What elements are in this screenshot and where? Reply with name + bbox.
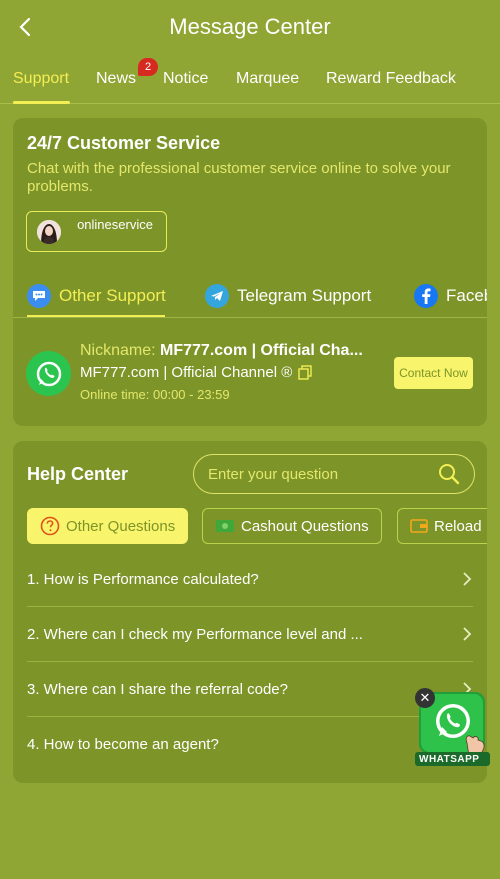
question-text: 4. How to become an agent? — [27, 736, 219, 753]
search-icon[interactable] — [438, 463, 460, 485]
customer-service-card: 24/7 Customer Service Chat with the prof… — [13, 118, 487, 426]
tab-notice[interactable]: Notice — [163, 70, 208, 88]
customer-service-description: Chat with the professional customer serv… — [27, 160, 451, 195]
customer-service-title: 24/7 Customer Service — [27, 133, 221, 153]
whatsapp-icon — [26, 351, 71, 396]
chevron-right-icon — [463, 627, 472, 641]
active-subtab-indicator — [27, 315, 165, 317]
top-tabs: Support News Notice Marquee Reward Feedb… — [0, 56, 500, 104]
tab-label: Other Questions — [66, 517, 176, 535]
online-service-label: onlineservice — [77, 217, 153, 232]
question-item[interactable]: 4. How to become an agent? — [27, 717, 473, 772]
question-text: 1. How is Performance calculated? — [27, 570, 259, 588]
cash-icon — [216, 520, 234, 532]
whatsapp-floating-button[interactable]: ✕ WHATSAPP — [415, 688, 490, 768]
search-box — [193, 454, 475, 494]
nickname-value: MF777.com | Official Cha... — [160, 342, 363, 359]
online-time-value: 00:00 - 23:59 — [153, 387, 230, 402]
question-text: 3. Where can I share the referral code? — [27, 680, 288, 698]
search-input[interactable] — [208, 465, 428, 483]
whatsapp-label: WHATSAPP — [419, 754, 480, 765]
contact-channel: MF777.com | Official Channel ® — [80, 364, 312, 381]
question-item[interactable]: 3. Where can I share the referral code? — [27, 662, 473, 717]
online-time: Online time: 00:00 - 23:59 — [80, 387, 230, 402]
tab-support[interactable]: Support — [13, 70, 69, 88]
question-item[interactable]: 2. Where can I check my Performance leve… — [27, 607, 473, 662]
subtab-label: Facebook — [446, 286, 487, 305]
page-title: Message Center — [169, 14, 331, 39]
question-category-tabs: Other Questions Cashout Questions Reload — [13, 508, 487, 545]
tab-news[interactable]: News — [96, 70, 136, 88]
tab-reward-feedback[interactable]: Reward Feedback — [326, 70, 456, 88]
subtab-facebook[interactable]: Facebook — [414, 284, 487, 308]
telegram-icon — [205, 284, 229, 308]
wallet-icon — [410, 519, 428, 533]
tab-label: Reload — [434, 517, 482, 535]
chevron-left-icon — [19, 17, 31, 37]
question-item[interactable]: 1. How is Performance calculated? — [27, 552, 473, 607]
tab-reload[interactable]: Reload — [397, 508, 487, 544]
active-tab-indicator — [13, 101, 70, 104]
subtab-other-support[interactable]: Other Support — [27, 284, 166, 308]
support-subtabs: Other Support Telegram Support Facebook — [13, 278, 487, 318]
subtab-telegram-support[interactable]: Telegram Support — [205, 284, 371, 308]
question-text: 2. Where can I check my Performance leve… — [27, 625, 363, 643]
news-badge: 2 — [138, 58, 158, 76]
subtab-label: Telegram Support — [237, 286, 372, 305]
tab-marquee[interactable]: Marquee — [236, 70, 299, 88]
chat-bubble-icon — [27, 284, 51, 308]
nickname-label: Nickname: — [80, 342, 156, 359]
question-circle-icon — [40, 516, 60, 536]
avatar — [37, 220, 61, 244]
subtab-label: Other Support — [59, 286, 166, 305]
tab-label: Cashout Questions — [241, 517, 369, 535]
chevron-right-icon — [463, 572, 472, 586]
online-service-button[interactable]: onlineservice — [26, 211, 167, 252]
tab-cashout-questions[interactable]: Cashout Questions — [202, 508, 382, 544]
channel-text: MF777.com | Official Channel ® — [80, 364, 293, 381]
help-center-title: Help Center — [27, 464, 129, 484]
header: Message Center — [0, 0, 500, 54]
facebook-icon — [414, 284, 438, 308]
copy-icon[interactable] — [298, 365, 312, 380]
back-button[interactable] — [10, 12, 40, 42]
close-icon[interactable]: ✕ — [415, 688, 435, 708]
tab-other-questions[interactable]: Other Questions — [27, 508, 189, 544]
contact-now-button[interactable]: Contact Now — [394, 357, 473, 389]
online-time-label: Online time: — [80, 387, 150, 402]
contact-nickname: Nickname: MF777.com | Official Cha... — [80, 342, 363, 360]
